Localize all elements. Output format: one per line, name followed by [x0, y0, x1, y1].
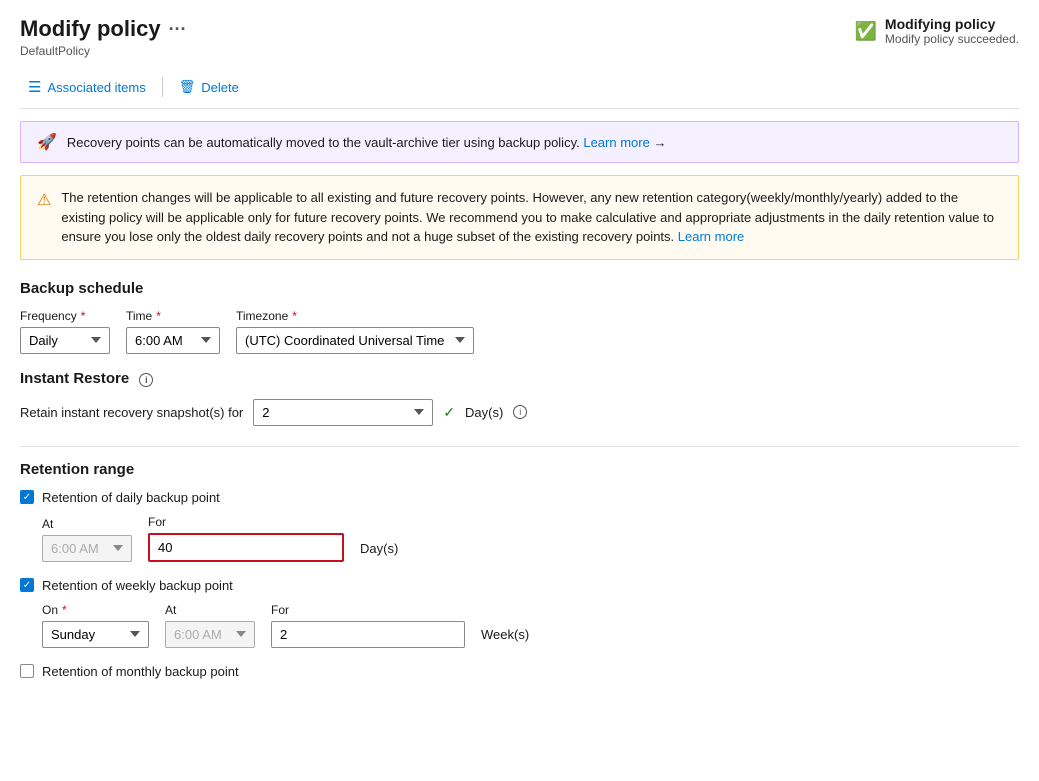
daily-retention-checkbox[interactable]: ✓: [20, 490, 34, 504]
backup-schedule-section: Backup schedule Frequency * Daily Weekly…: [20, 280, 1019, 354]
frequency-required: *: [81, 309, 86, 323]
snapshot-select[interactable]: 2 1 3 4 5: [253, 399, 433, 426]
weekly-retention-fields: On * Sunday Monday Tuesday Wednesday Thu…: [42, 603, 1019, 648]
timezone-label: Timezone *: [236, 309, 474, 323]
instant-restore-section: Instant Restore i Retain instant recover…: [20, 370, 1019, 426]
weekly-on-select[interactable]: Sunday Monday Tuesday Wednesday Thursday…: [42, 621, 149, 648]
page-title-row: Modify policy ···: [20, 16, 187, 42]
schedule-fields-row: Frequency * Daily Weekly Time * 6:00 AM …: [20, 309, 1019, 354]
daily-retention-fields: At 6:00 AM For Day(s): [42, 515, 1019, 562]
associated-items-icon: ☰: [28, 78, 41, 96]
delete-icon: 🗑: [179, 79, 196, 95]
weekly-retention-item: ✓ Retention of weekly backup point On * …: [20, 578, 1019, 648]
retention-range-section: Retention range ✓ Retention of daily bac…: [20, 446, 1019, 679]
monthly-retention-item: Retention of monthly backup point: [20, 664, 1019, 679]
retain-label: Retain instant recovery snapshot(s) for: [20, 405, 243, 420]
time-select[interactable]: 6:00 AM 12:00 AM: [126, 327, 220, 354]
time-field: Time * 6:00 AM 12:00 AM: [126, 309, 220, 354]
instant-restore-title: Instant Restore i: [20, 370, 1019, 387]
archive-learn-more-link[interactable]: Learn more: [583, 135, 649, 150]
weekly-at-label: At: [165, 603, 255, 617]
daily-for-label: For: [148, 515, 344, 529]
weekly-on-field: On * Sunday Monday Tuesday Wednesday Thu…: [42, 603, 149, 648]
weekly-on-label: On *: [42, 603, 149, 617]
timezone-required: *: [292, 309, 297, 323]
weekly-for-input[interactable]: [271, 621, 465, 648]
archive-arrow: →: [653, 135, 666, 150]
snapshot-info-icon[interactable]: i: [513, 405, 527, 419]
archive-icon: 🚀: [37, 132, 57, 152]
monthly-retention-checkbox[interactable]: [20, 664, 34, 678]
retention-range-title: Retention range: [20, 461, 1019, 478]
daily-at-field: At 6:00 AM: [42, 517, 132, 562]
time-required: *: [156, 309, 161, 323]
snapshot-check-icon: ✓: [443, 404, 455, 421]
monthly-retention-header: Retention of monthly backup point: [20, 664, 1019, 679]
associated-items-label: Associated items: [47, 80, 145, 95]
toolbar-separator: [162, 77, 163, 97]
warning-icon: ⚠: [37, 189, 51, 213]
frequency-field: Frequency * Daily Weekly: [20, 309, 110, 354]
time-label: Time *: [126, 309, 220, 323]
daily-unit: Day(s): [360, 541, 398, 562]
frequency-label: Frequency *: [20, 309, 110, 323]
frequency-select[interactable]: Daily Weekly: [20, 327, 110, 354]
snapshot-unit: Day(s): [465, 405, 503, 420]
toolbar: ☰ Associated items 🗑 Delete: [20, 66, 1019, 109]
backup-schedule-title: Backup schedule: [20, 280, 1019, 297]
title-section: Modify policy ··· DefaultPolicy: [20, 16, 187, 58]
associated-items-button[interactable]: ☰ Associated items: [20, 74, 154, 100]
timezone-select[interactable]: (UTC) Coordinated Universal Time: [236, 327, 474, 354]
weekly-retention-checkbox[interactable]: ✓: [20, 578, 34, 592]
instant-restore-row: Retain instant recovery snapshot(s) for …: [20, 399, 1019, 426]
delete-label: Delete: [201, 80, 239, 95]
daily-at-label: At: [42, 517, 132, 531]
monthly-retention-label: Retention of monthly backup point: [42, 664, 239, 679]
page-header: Modify policy ··· DefaultPolicy ✅ Modify…: [20, 16, 1019, 58]
weekly-for-field: For: [271, 603, 465, 648]
daily-retention-label: Retention of daily backup point: [42, 490, 220, 505]
weekly-retention-label: Retention of weekly backup point: [42, 578, 233, 593]
warning-banner-text: The retention changes will be applicable…: [61, 188, 1002, 247]
timezone-field: Timezone * (UTC) Coordinated Universal T…: [236, 309, 474, 354]
status-title: Modifying policy: [885, 16, 1019, 32]
more-options-icon[interactable]: ···: [169, 19, 187, 40]
warning-banner: ⚠ The retention changes will be applicab…: [20, 175, 1019, 260]
status-description: Modify policy succeeded.: [885, 32, 1019, 46]
daily-for-input[interactable]: [148, 533, 344, 562]
weekly-at-select: 6:00 AM: [165, 621, 255, 648]
delete-button[interactable]: 🗑 Delete: [171, 75, 247, 99]
page-title-text: Modify policy: [20, 16, 161, 42]
weekly-retention-header: ✓ Retention of weekly backup point: [20, 578, 1019, 593]
archive-banner: 🚀 Recovery points can be automatically m…: [20, 121, 1019, 163]
weekly-unit: Week(s): [481, 627, 529, 648]
weekly-at-field: At 6:00 AM: [165, 603, 255, 648]
archive-banner-text: Recovery points can be automatically mov…: [67, 135, 667, 150]
page-subtitle: DefaultPolicy: [20, 44, 187, 58]
daily-for-field: For: [148, 515, 344, 562]
daily-retention-header: ✓ Retention of daily backup point: [20, 490, 1019, 505]
warning-learn-more-link[interactable]: Learn more: [678, 229, 744, 244]
weekly-for-label: For: [271, 603, 465, 617]
status-section: ✅ Modifying policy Modify policy succeed…: [855, 16, 1020, 46]
weekly-on-required: *: [62, 603, 67, 617]
daily-retention-item: ✓ Retention of daily backup point At 6:0…: [20, 490, 1019, 562]
success-icon: ✅: [855, 21, 877, 42]
daily-at-select: 6:00 AM: [42, 535, 132, 562]
instant-restore-info-icon[interactable]: i: [139, 373, 153, 387]
